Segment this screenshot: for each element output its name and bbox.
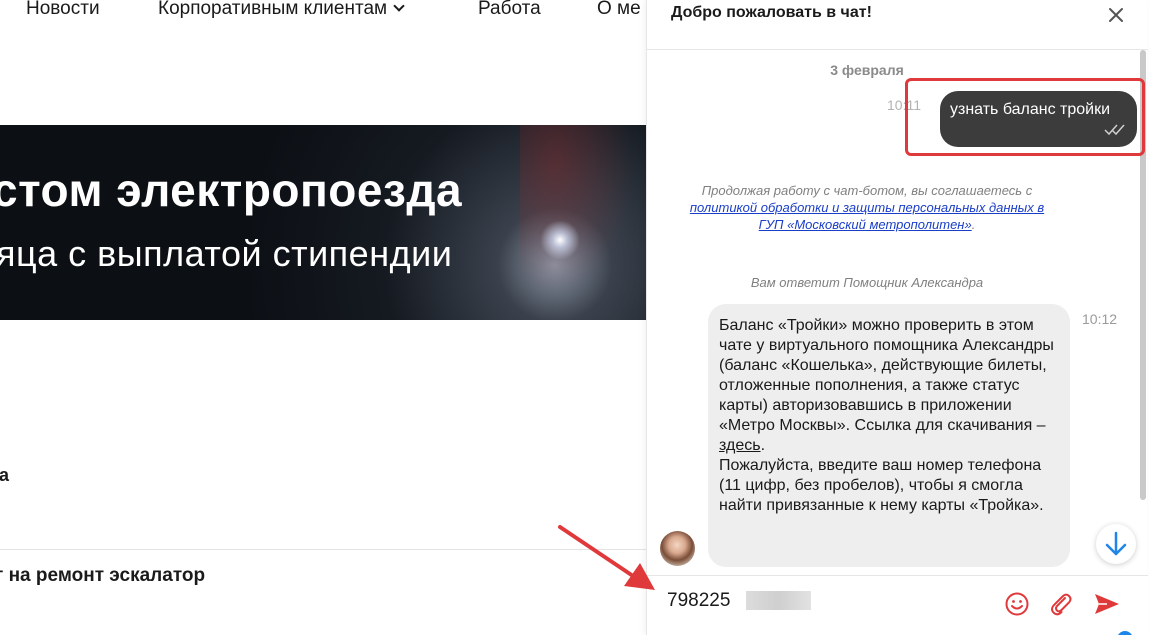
nav-corporate-label: Корпоративным клиентам [158,0,388,19]
chevron-down-icon [393,0,405,12]
banner-subheadline: яца с выплатой стипендии [0,233,453,274]
site-navigation: Новости Корпоративным клиентам Работа О … [0,0,646,30]
page-text-fragment: а [0,465,10,485]
news-item-title[interactable]: т на ремонт эскалатор [0,565,205,587]
chat-input-bar [647,575,1148,635]
nav-about[interactable]: О ме [597,0,641,20]
policy-text: Продолжая работу с чат-ботом, вы соглаша… [701,183,1033,198]
chat-title: Добро пожаловать в чат! [671,4,872,21]
download-link[interactable]: здесь [719,437,761,454]
close-icon[interactable] [1105,4,1127,26]
date-separator: 3 февраля [830,62,904,78]
chat-widget: Добро пожаловать в чат! 3 февраля 10:11 … [646,0,1148,635]
banner-headline: стом электропоезда [0,164,463,216]
nav-jobs[interactable]: Работа [478,0,541,20]
policy-notice: Продолжая работу с чат-ботом, вы соглаша… [677,182,1057,233]
incoming-text-dot: . [760,437,766,454]
blue-indicator [1117,631,1133,635]
redacted-phone-digits [746,591,811,610]
policy-text-end: . [971,217,976,232]
incoming-message: Баланс «Тройки» можно проверить в этом ч… [708,304,1070,567]
incoming-text-part2: Пожалуйста, введите ваш номер телефона (… [719,457,1044,514]
promo-banner[interactable]: стом электропоезда яца с выплатой стипен… [0,125,646,320]
incoming-text-part1: Баланс «Тройки» можно проверить в этом ч… [719,317,1054,434]
paperclip-icon[interactable] [1048,591,1074,617]
annotation-highlight-box [905,78,1145,156]
emoji-icon[interactable] [1004,591,1030,617]
incoming-message-text: Баланс «Тройки» можно проверить в этом ч… [719,316,1064,516]
nav-corporate-clients[interactable]: Корпоративным клиентам [158,0,405,20]
banner-light-effect [520,125,646,320]
send-icon[interactable] [1093,591,1121,617]
chat-messages: 3 февраля 10:11 узнать баланс тройки Про… [647,50,1148,575]
banner-glow [540,220,580,260]
incoming-message-time: 10:12 [1082,311,1118,327]
policy-link[interactable]: политикой обработки и защиты персональны… [690,200,1044,232]
nav-news[interactable]: Новости [26,0,100,20]
arrow-down-icon [1105,531,1127,556]
agent-assignment-note: Вам ответит Помощник Александра [750,275,984,290]
divider [0,549,646,550]
chat-header: Добро пожаловать в чат! [647,0,1148,50]
message-input[interactable] [667,586,997,616]
scroll-to-bottom-button[interactable] [1096,524,1136,564]
avatar [660,531,695,566]
